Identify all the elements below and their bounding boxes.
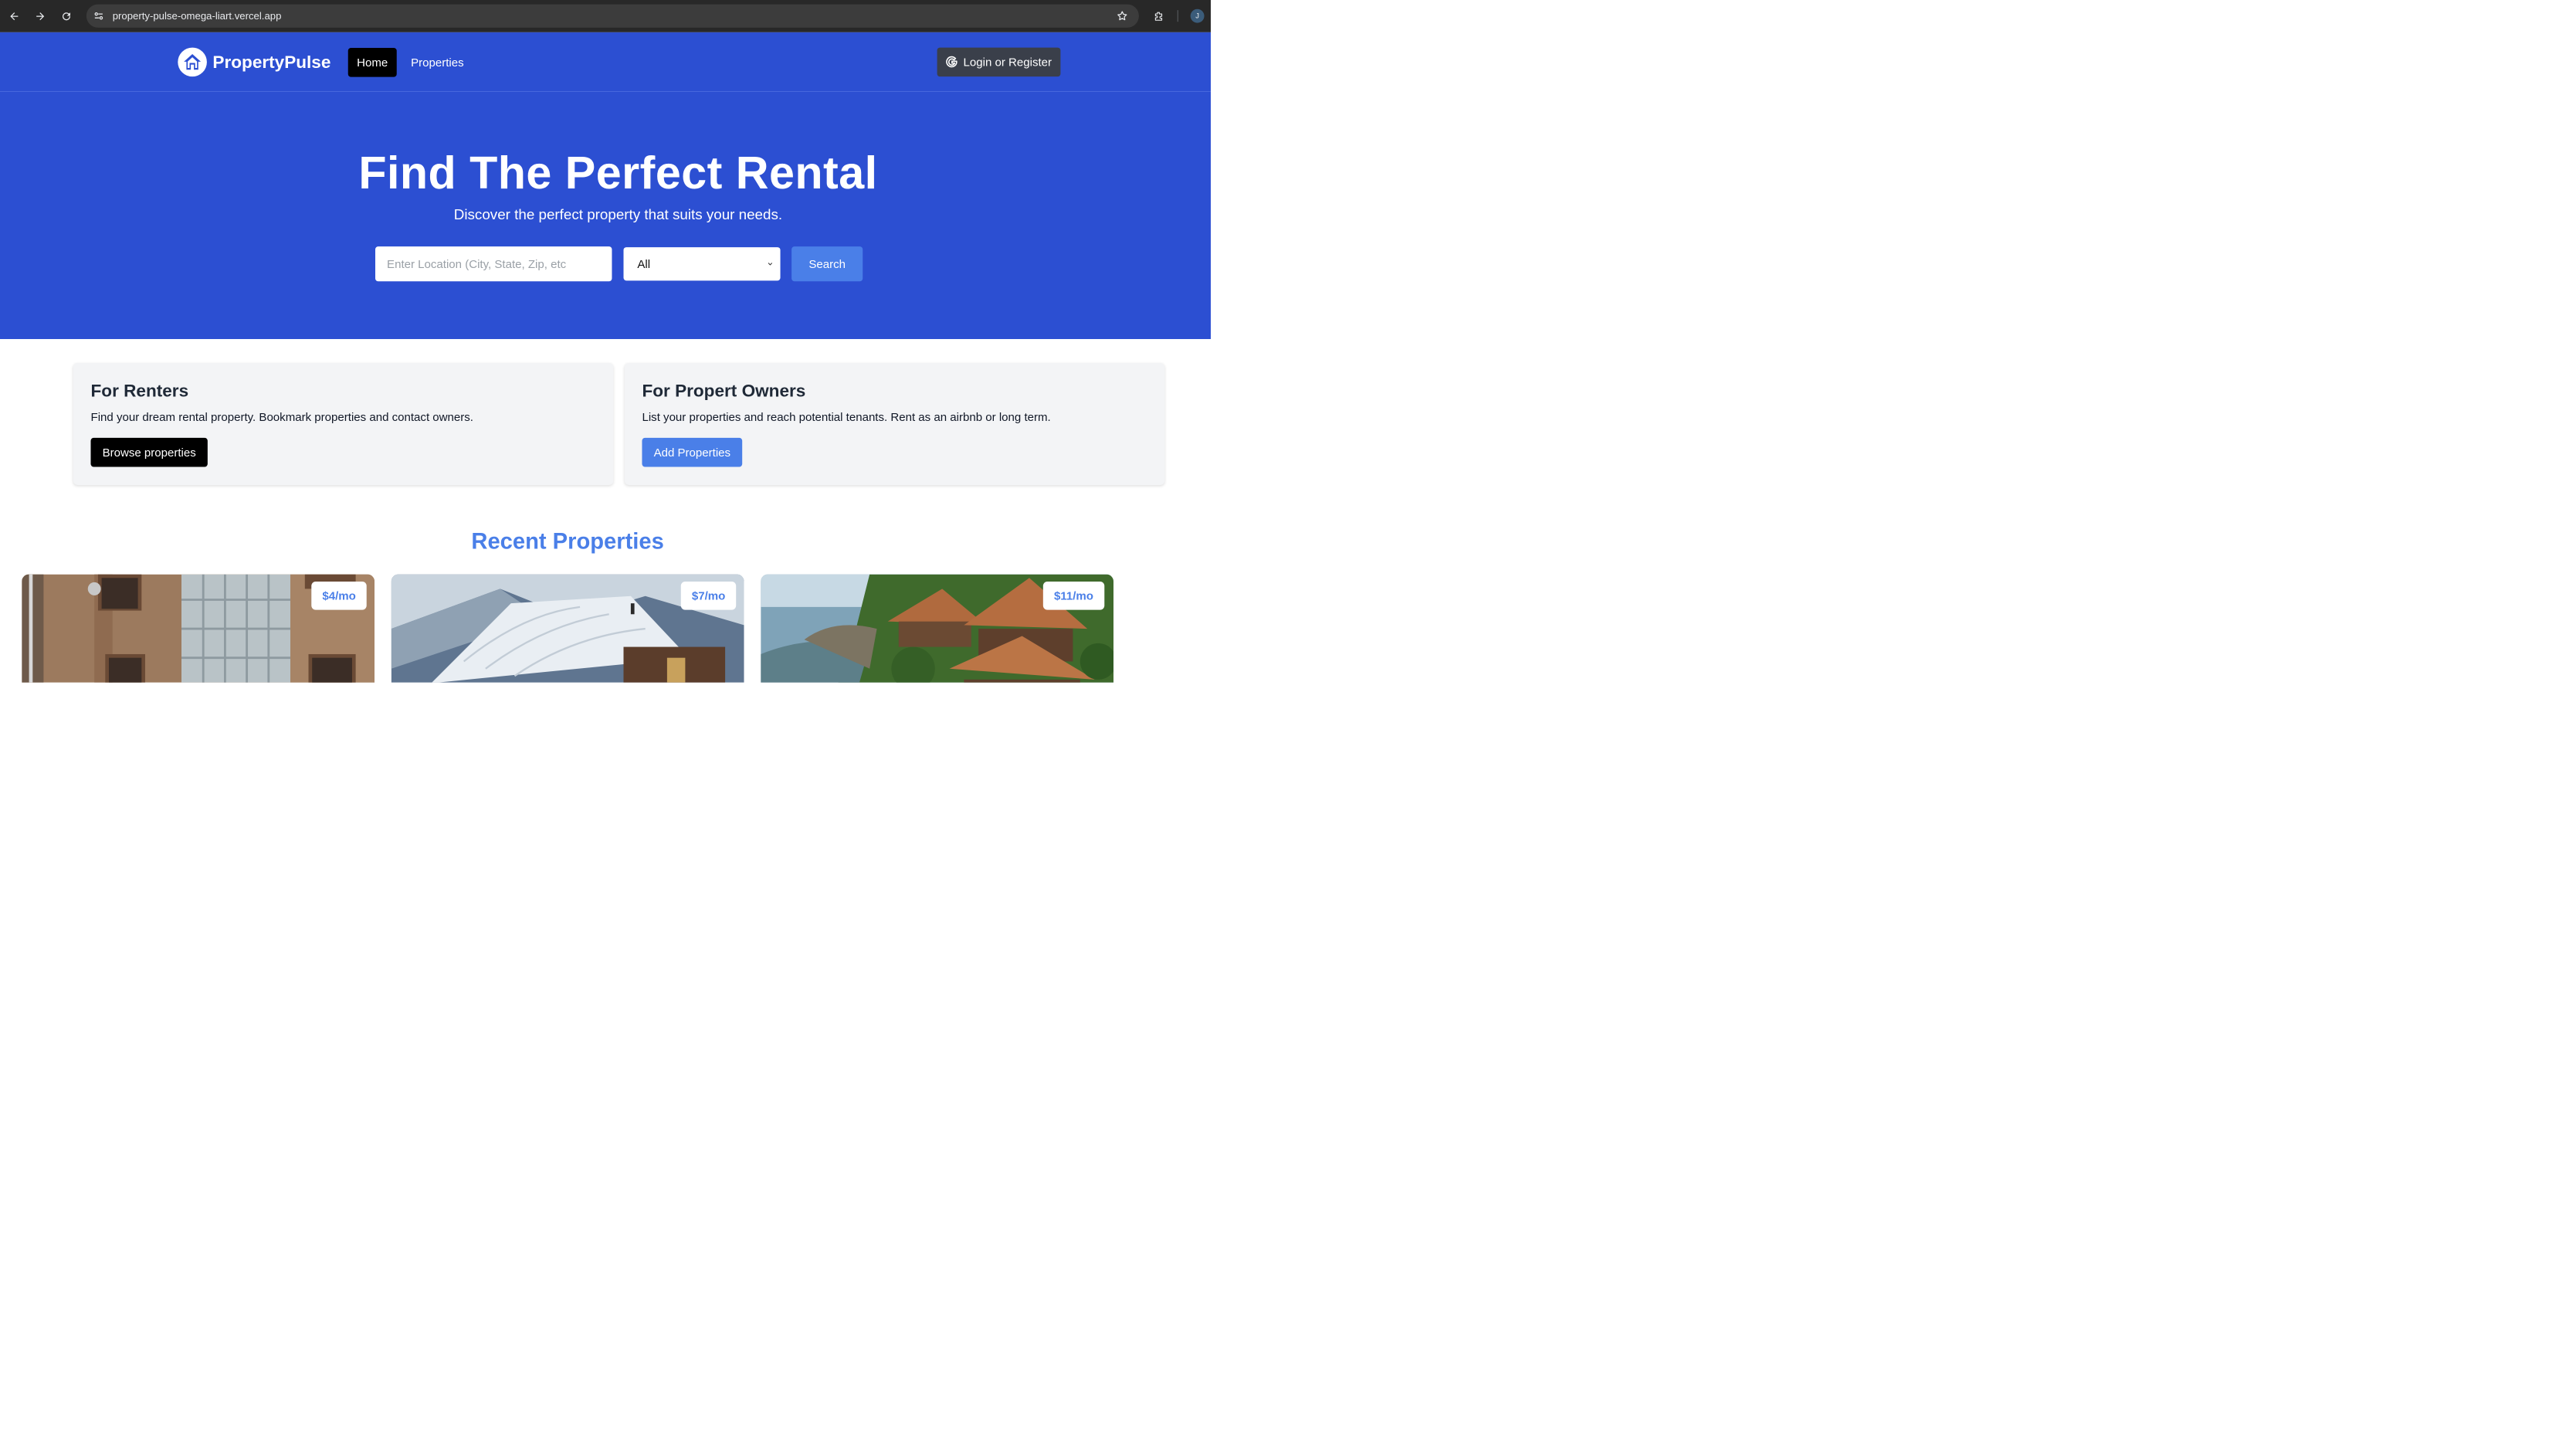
puzzle-icon[interactable]	[1150, 7, 1168, 25]
price-tag: $4/mo	[311, 581, 367, 610]
browse-properties-button[interactable]: Browse properties	[90, 437, 208, 467]
hero-subtitle: Discover the perfect property that suits…	[453, 206, 783, 223]
star-icon[interactable]	[1117, 10, 1128, 22]
page-root: property-pulse-omega-liart.vercel.app J …	[0, 0, 1211, 683]
browser-toolbar: property-pulse-omega-liart.vercel.app J	[0, 0, 1211, 32]
back-arrow-icon[interactable]	[5, 7, 24, 25]
brand-link[interactable]: PropertyPulse	[178, 47, 331, 77]
forward-arrow-icon[interactable]	[31, 7, 49, 25]
property-type-value: All	[637, 257, 651, 270]
reload-icon[interactable]	[57, 7, 76, 25]
nav-link-home[interactable]: Home	[347, 48, 397, 77]
brand-name: PropertyPulse	[212, 52, 331, 72]
renters-card-title: For Renters	[90, 381, 189, 401]
renters-card: For Renters Find your dream rental prope…	[73, 363, 614, 485]
location-search-input[interactable]	[375, 246, 612, 282]
add-properties-button[interactable]: Add Properties	[642, 437, 743, 467]
url-text[interactable]: property-pulse-omega-liart.vercel.app	[113, 10, 282, 22]
price-tag: $11/mo	[1042, 581, 1105, 610]
site-settings-icon[interactable]	[93, 10, 104, 22]
recent-properties-title: Recent Properties	[471, 528, 664, 555]
chevron-down-icon	[768, 263, 773, 266]
search-button[interactable]: Search	[791, 246, 863, 282]
renters-card-text: Find your dream rental property. Bookmar…	[90, 410, 473, 424]
hero-title: Find The Perfect Rental	[358, 147, 878, 198]
login-label: Login or Register	[963, 55, 1052, 69]
property-card[interactable]: $11/mo	[761, 574, 1114, 683]
profile-avatar[interactable]: J	[1190, 8, 1205, 23]
owners-card: For Propert Owners List your properties …	[624, 363, 1165, 485]
owners-card-text: List your properties and reach potential…	[642, 410, 1051, 424]
login-register-button[interactable]: Login or Register	[937, 47, 1061, 77]
google-g-icon	[946, 56, 958, 68]
price-tag: $7/mo	[680, 581, 737, 610]
address-bar[interactable]: property-pulse-omega-liart.vercel.app	[86, 4, 1139, 28]
property-card[interactable]: $7/mo	[391, 574, 744, 683]
home-icon	[178, 47, 207, 77]
hero-section: Find The Perfect Rental Discover the per…	[0, 91, 1211, 339]
owners-card-title: For Propert Owners	[642, 381, 806, 401]
site-navbar: PropertyPulse Home Properties Login or R…	[0, 32, 1211, 92]
nav-link-properties[interactable]: Properties	[403, 48, 472, 77]
property-card[interactable]: $4/mo	[22, 574, 375, 683]
property-type-select[interactable]: All	[623, 247, 781, 281]
